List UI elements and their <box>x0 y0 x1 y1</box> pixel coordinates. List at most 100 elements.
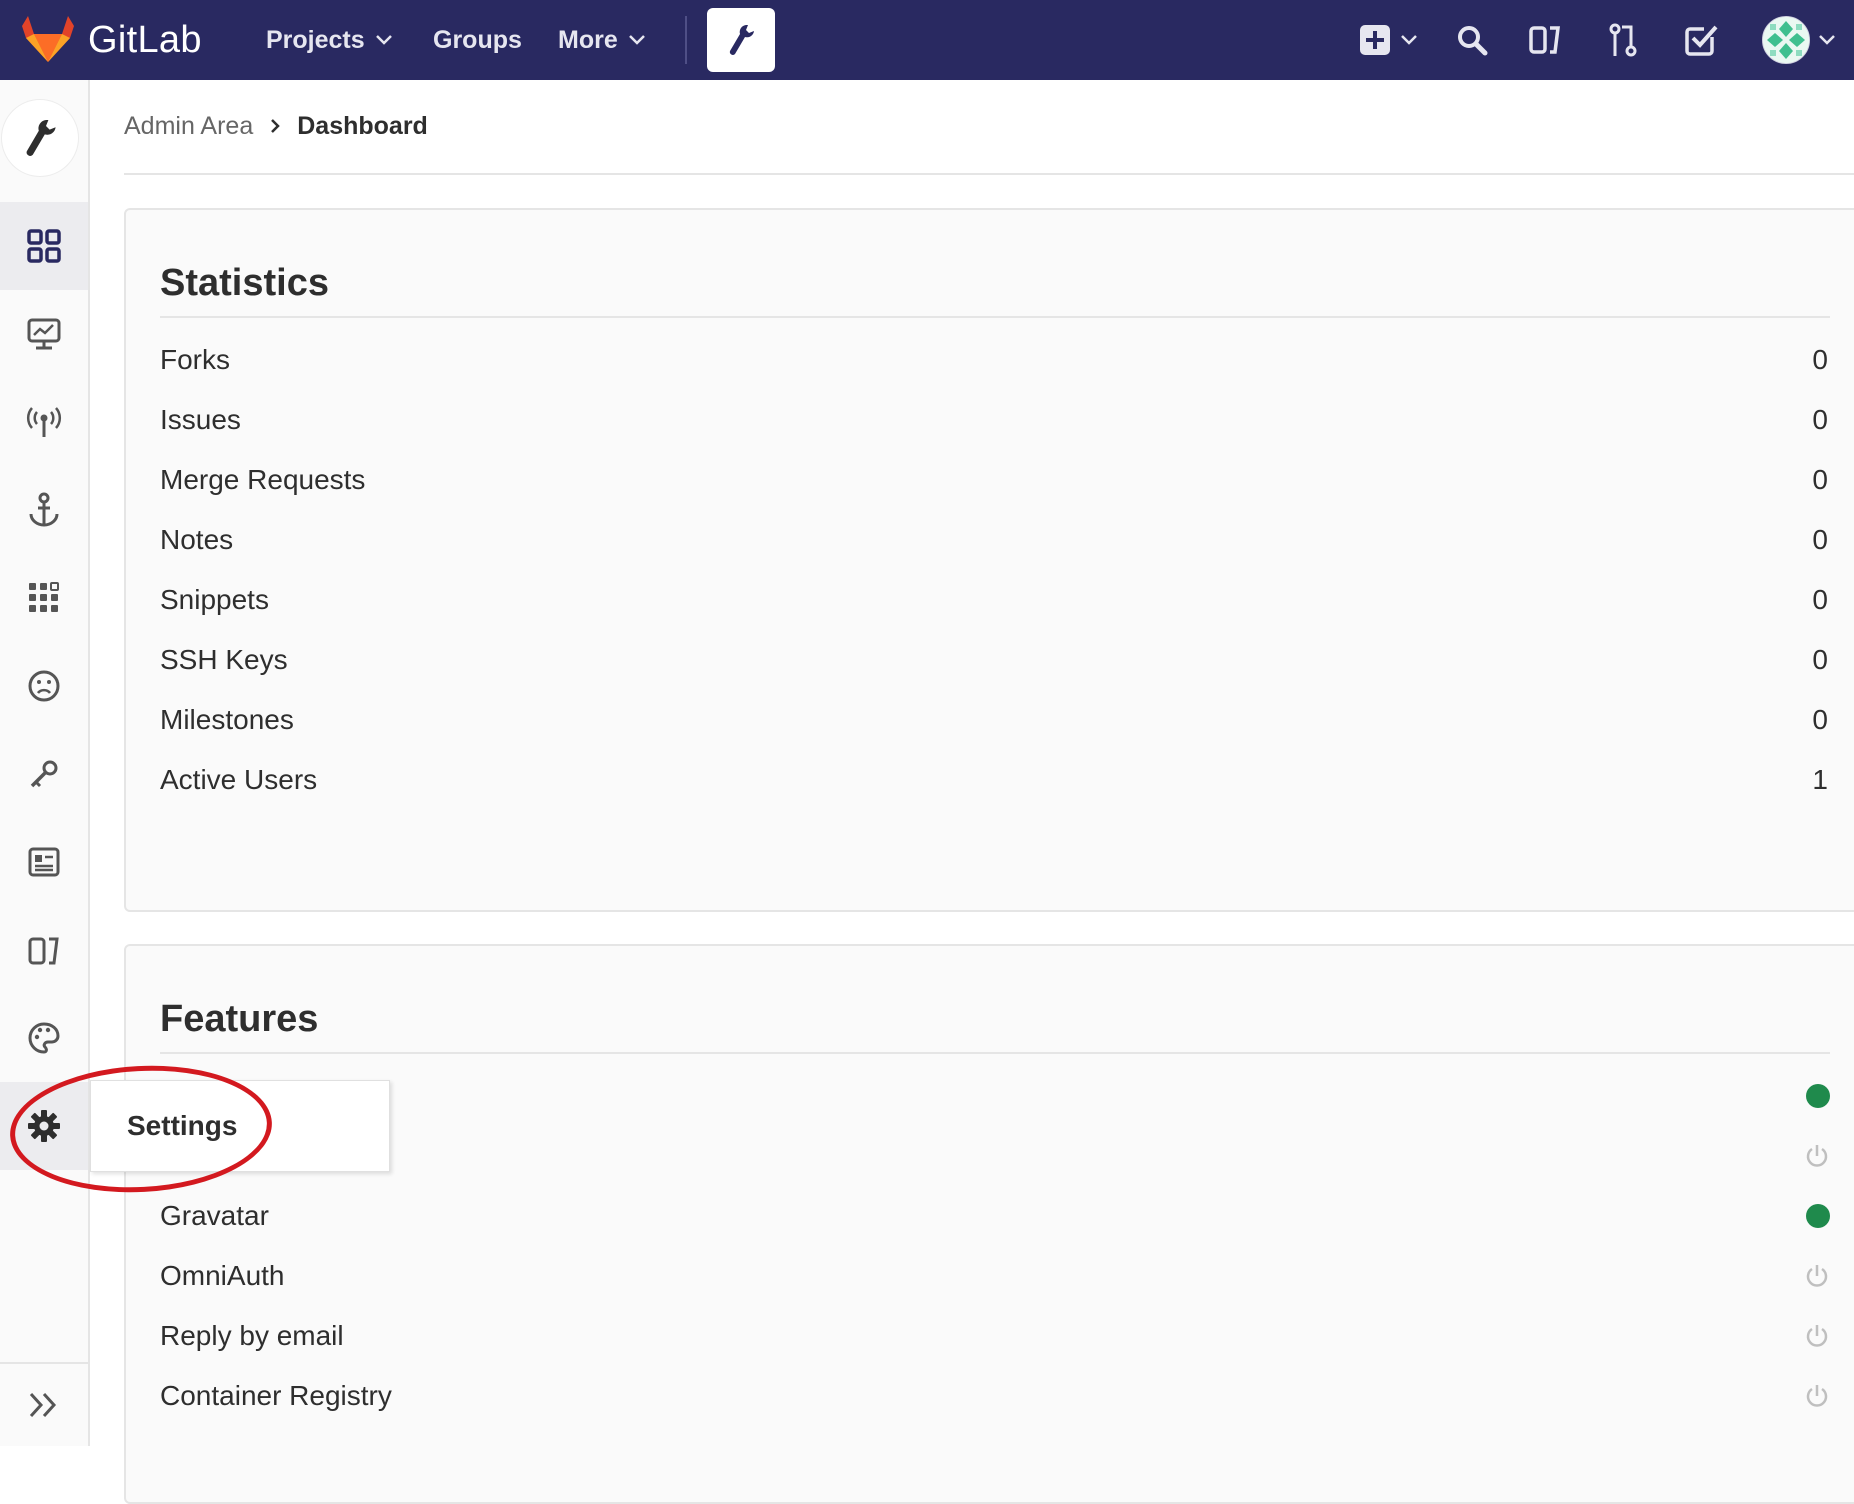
nav-more-label: More <box>558 25 618 54</box>
merge-request-icon <box>1609 23 1637 57</box>
search-icon <box>1458 26 1488 56</box>
breadcrumb-dashboard[interactable]: Dashboard <box>297 112 428 141</box>
sidebar-item-applications[interactable] <box>0 554 88 642</box>
stat-value: 0 <box>1812 404 1828 435</box>
sidebar-item-appearance[interactable] <box>0 994 88 1082</box>
double-chevron-right-icon <box>29 1392 57 1418</box>
statistics-panel: Statistics Forks 0 Issues 0 Merge Reques… <box>124 208 1854 912</box>
breadcrumb-admin-area[interactable]: Admin Area <box>124 112 253 141</box>
merge-requests-button[interactable] <box>1608 20 1638 60</box>
sidebar-admin-avatar[interactable] <box>2 100 78 176</box>
todos-button[interactable] <box>1684 20 1718 60</box>
chevron-down-icon <box>1401 35 1417 45</box>
stat-value: 0 <box>1812 584 1828 615</box>
stat-value: 0 <box>1812 464 1828 495</box>
stat-row: Snippets 0 <box>160 570 1830 630</box>
messages-broadcast-icon <box>27 407 61 437</box>
top-navbar: GitLab Projects Groups More <box>0 0 1854 80</box>
abuse-reports-icon <box>28 670 60 702</box>
feature-row <box>160 1066 1830 1126</box>
nav-more[interactable]: More <box>558 20 646 60</box>
sidebar-item-issues[interactable] <box>0 906 88 994</box>
gitlab-brand[interactable]: GitLab <box>22 14 202 66</box>
chevron-down-icon <box>1819 35 1835 45</box>
feature-row: Reply by email <box>160 1306 1830 1366</box>
applications-icon <box>29 582 59 612</box>
new-dropdown[interactable] <box>1358 20 1418 60</box>
user-menu[interactable] <box>1762 16 1836 64</box>
statistics-title: Statistics <box>160 262 329 304</box>
monitoring-icon <box>27 318 61 350</box>
breadcrumb: Admin Area Dashboard <box>124 104 428 148</box>
feature-label: OmniAuth <box>160 1260 285 1291</box>
stat-row: Milestones 0 <box>160 690 1830 750</box>
sidebar-item-abuse-reports[interactable] <box>0 642 88 730</box>
breadcrumb-divider <box>124 173 1854 175</box>
stat-value: 1 <box>1812 764 1828 795</box>
stat-label: Forks <box>160 344 230 375</box>
search-button[interactable] <box>1456 20 1488 60</box>
chevron-down-icon <box>628 35 645 45</box>
stat-value: 0 <box>1812 704 1828 735</box>
stat-row: Forks 0 <box>160 330 1830 390</box>
admin-area-button[interactable] <box>707 8 775 72</box>
deploy-keys-icon <box>30 760 58 788</box>
stat-row: Issues 0 <box>160 390 1830 450</box>
brand-name: GitLab <box>88 18 202 61</box>
feature-row: OmniAuth <box>160 1246 1830 1306</box>
gitlab-logo-icon <box>22 16 74 62</box>
nav-divider <box>685 16 687 64</box>
system-hooks-anchor-icon <box>29 492 59 527</box>
collapse-sidebar-button[interactable] <box>0 1362 88 1446</box>
issues-button[interactable] <box>1528 20 1562 60</box>
sidebar-item-labels[interactable] <box>0 818 88 906</box>
stat-label: Issues <box>160 404 241 435</box>
status-enabled-icon <box>1806 1204 1830 1228</box>
nav-groups[interactable]: Groups <box>433 20 522 60</box>
admin-sidebar <box>0 80 90 1446</box>
wrench-icon <box>729 25 754 55</box>
sidebar-item-messages[interactable] <box>0 378 88 466</box>
sidebar-item-monitoring[interactable] <box>0 290 88 378</box>
power-off-icon <box>1806 1385 1828 1407</box>
features-divider <box>160 1052 1830 1054</box>
power-off-icon <box>1806 1325 1828 1347</box>
plus-square-icon <box>1360 25 1390 55</box>
feature-label: Container Registry <box>160 1380 392 1411</box>
stat-label: Merge Requests <box>160 464 366 495</box>
stat-value: 0 <box>1812 644 1828 675</box>
chevron-right-icon <box>269 118 281 134</box>
feature-row: Container Registry <box>160 1366 1830 1426</box>
feature-row <box>160 1126 1830 1186</box>
identicon-icon <box>1763 17 1809 63</box>
features-title: Features <box>160 998 319 1040</box>
status-enabled-icon <box>1806 1084 1830 1108</box>
nav-projects[interactable]: Projects <box>266 20 393 60</box>
sidebar-item-overview[interactable] <box>0 202 88 290</box>
stat-row: Merge Requests 0 <box>160 450 1830 510</box>
stat-row: Notes 0 <box>160 510 1830 570</box>
power-off-icon <box>1806 1145 1828 1167</box>
wrench-icon <box>26 120 56 156</box>
power-off-icon <box>1806 1265 1828 1287</box>
overview-grid-icon <box>27 229 61 263</box>
stat-row: SSH Keys 0 <box>160 630 1830 690</box>
feature-label: Gravatar <box>160 1200 269 1231</box>
features-panel: Features Gravatar OmniAuth Reply by emai… <box>124 944 1854 1504</box>
feature-label: Reply by email <box>160 1320 344 1351</box>
issues-icon <box>28 937 59 965</box>
nav-projects-label: Projects <box>266 25 365 54</box>
chevron-down-icon <box>375 35 392 45</box>
sidebar-item-system-hooks[interactable] <box>0 466 88 554</box>
appearance-palette-icon <box>28 1022 60 1054</box>
stat-row: Active Users 1 <box>160 750 1830 810</box>
stat-value: 0 <box>1812 344 1828 375</box>
nav-groups-label: Groups <box>433 25 522 54</box>
stat-label: Notes <box>160 524 234 555</box>
labels-icon <box>28 847 60 877</box>
sidebar-item-deploy-keys[interactable] <box>0 730 88 818</box>
stat-label: Active Users <box>160 764 318 795</box>
avatar <box>1762 16 1810 64</box>
stat-value: 0 <box>1812 524 1828 555</box>
issues-icon <box>1529 26 1560 54</box>
